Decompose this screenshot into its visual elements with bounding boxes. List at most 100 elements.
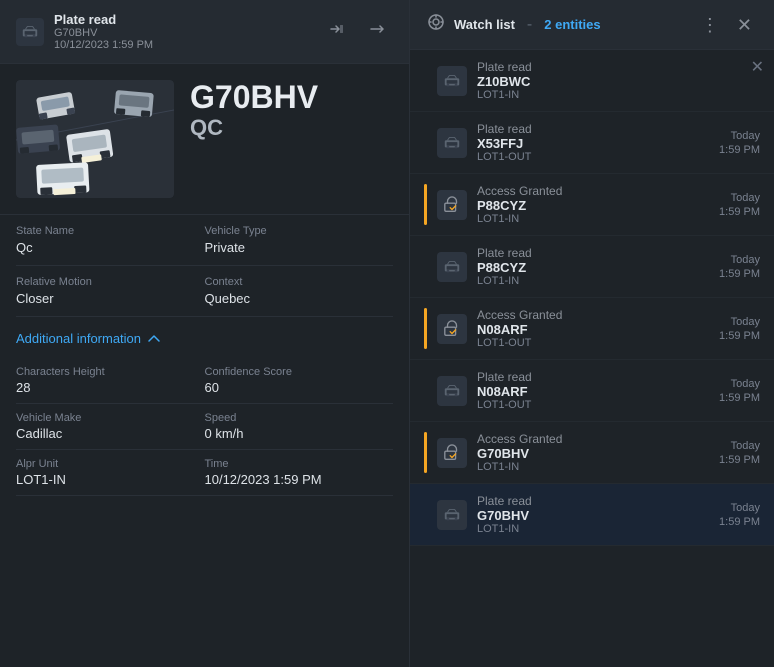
char-height-value: 28 bbox=[16, 380, 189, 395]
event-type-label: Plate read bbox=[477, 122, 719, 136]
watchlist-icon bbox=[426, 12, 446, 37]
event-type-label: Plate read bbox=[477, 494, 719, 508]
event-content: Plate read N08ARF LOT1-OUT bbox=[477, 370, 719, 411]
event-content: Plate read G70BHV LOT1-IN bbox=[477, 494, 719, 535]
event-date: Today bbox=[731, 254, 760, 266]
plate-read-icon bbox=[437, 500, 467, 530]
event-content: Access Granted P88CYZ LOT1-IN bbox=[477, 184, 719, 225]
event-plate-label: X53FFJ bbox=[477, 136, 719, 151]
speed-label: Speed bbox=[205, 412, 394, 424]
char-height-label: Characters Height bbox=[16, 366, 189, 378]
event-type-label: Access Granted bbox=[477, 308, 719, 322]
event-time-block: Today 1:59 PM bbox=[719, 246, 760, 287]
detail-context: Context Quebec bbox=[205, 266, 394, 317]
event-plate-label: G70BHV bbox=[477, 508, 719, 523]
plate-read-icon bbox=[437, 252, 467, 282]
detail-state-name: State Name Qc bbox=[16, 215, 205, 266]
event-datetime-sub: 10/12/2023 1:59 PM bbox=[54, 39, 311, 51]
event-location-label: LOT1-OUT bbox=[477, 399, 719, 411]
relative-motion-value: Closer bbox=[16, 291, 189, 306]
vehicle-type-value: Private bbox=[205, 240, 394, 255]
plate-region-display: QC bbox=[190, 115, 393, 141]
access-granted-icon bbox=[437, 190, 467, 220]
event-accent-bar bbox=[424, 432, 427, 473]
event-location-label: LOT1-IN bbox=[477, 275, 719, 287]
event-date: Today bbox=[731, 316, 760, 328]
access-granted-icon bbox=[437, 314, 467, 344]
add-alpr-unit: Alpr Unit LOT1-IN bbox=[16, 450, 205, 496]
plate-read-icon bbox=[437, 66, 467, 96]
event-content: Plate read P88CYZ LOT1-IN bbox=[477, 246, 719, 287]
event-type-label: Plate read bbox=[477, 60, 760, 74]
watchlist-count: 2 entities bbox=[544, 17, 600, 32]
add-vehicle-make: Vehicle Make Cadillac bbox=[16, 404, 205, 450]
vehicle-type-label: Vehicle Type bbox=[205, 225, 394, 237]
event-type-label: Access Granted bbox=[477, 184, 719, 198]
plate-read-icon bbox=[437, 376, 467, 406]
event-accent-bar bbox=[424, 60, 427, 101]
list-item[interactable]: Plate read Z10BWC LOT1-IN ✕ bbox=[410, 50, 774, 112]
event-time-block: Today 1:59 PM bbox=[719, 432, 760, 473]
event-time-block: Today 1:59 PM bbox=[719, 184, 760, 225]
add-speed: Speed 0 km/h bbox=[205, 404, 394, 450]
event-date: Today bbox=[731, 502, 760, 514]
plate-number-display: G70BHV bbox=[190, 80, 393, 115]
chevron-up-icon bbox=[147, 332, 161, 346]
left-header: Plate read G70BHV 10/12/2023 1:59 PM bbox=[0, 0, 409, 64]
event-accent-bar bbox=[424, 122, 427, 163]
event-plate-label: N08ARF bbox=[477, 384, 719, 399]
event-accent-bar bbox=[424, 184, 427, 225]
right-panel: Watch list - 2 entities ⋮ ✕ Plate read Z… bbox=[410, 0, 774, 667]
add-confidence: Confidence Score 60 bbox=[205, 358, 394, 404]
event-time-block: Today 1:59 PM bbox=[719, 370, 760, 411]
event-close-button[interactable]: ✕ bbox=[751, 60, 764, 76]
confidence-label: Confidence Score bbox=[205, 366, 394, 378]
list-item[interactable]: Plate read X53FFJ LOT1-OUT Today 1:59 PM bbox=[410, 112, 774, 174]
watchlist-actions: ⋮ ✕ bbox=[695, 14, 758, 36]
event-location-label: LOT1-IN bbox=[477, 461, 719, 473]
detail-vehicle-type: Vehicle Type Private bbox=[205, 215, 394, 266]
event-content: Plate read Z10BWC LOT1-IN bbox=[477, 60, 760, 101]
event-list: Plate read Z10BWC LOT1-IN ✕ Plate read X… bbox=[410, 50, 774, 667]
event-plate-label: P88CYZ bbox=[477, 198, 719, 213]
camera-section: G70BHV QC bbox=[0, 64, 409, 214]
event-type-label: Access Granted bbox=[477, 432, 719, 446]
list-item[interactable]: Plate read G70BHV LOT1-IN Today 1:59 PM bbox=[410, 484, 774, 546]
event-accent-bar bbox=[424, 246, 427, 287]
forward-button[interactable] bbox=[321, 17, 353, 46]
confidence-value: 60 bbox=[205, 380, 394, 395]
event-content: Plate read X53FFJ LOT1-OUT bbox=[477, 122, 719, 163]
plate-read-icon bbox=[16, 18, 44, 46]
event-date: Today bbox=[731, 378, 760, 390]
event-type-label: Plate read bbox=[477, 246, 719, 260]
alpr-unit-label: Alpr Unit bbox=[16, 458, 189, 470]
event-time: 1:59 PM bbox=[719, 392, 760, 404]
event-plate-label: N08ARF bbox=[477, 322, 719, 337]
state-name-label: State Name bbox=[16, 225, 189, 237]
time-label: Time bbox=[205, 458, 394, 470]
event-time-block: Today 1:59 PM bbox=[719, 494, 760, 535]
speed-value: 0 km/h bbox=[205, 426, 394, 441]
add-time: Time 10/12/2023 1:59 PM bbox=[205, 450, 394, 496]
close-watchlist-button[interactable]: ✕ bbox=[731, 14, 758, 36]
detail-relative-motion: Relative Motion Closer bbox=[16, 266, 205, 317]
additional-fields-grid: Characters Height 28 Confidence Score 60… bbox=[16, 358, 393, 496]
navigate-button[interactable] bbox=[361, 17, 393, 46]
event-accent-bar bbox=[424, 370, 427, 411]
event-location-label: LOT1-OUT bbox=[477, 337, 719, 349]
event-time: 1:59 PM bbox=[719, 144, 760, 156]
event-plate-label: P88CYZ bbox=[477, 260, 719, 275]
list-item[interactable]: Access Granted P88CYZ LOT1-IN Today 1:59… bbox=[410, 174, 774, 236]
list-item[interactable]: Plate read N08ARF LOT1-OUT Today 1:59 PM bbox=[410, 360, 774, 422]
time-value: 10/12/2023 1:59 PM bbox=[205, 472, 394, 487]
additional-toggle-button[interactable]: Additional information bbox=[16, 331, 161, 346]
list-item[interactable]: Access Granted N08ARF LOT1-OUT Today 1:5… bbox=[410, 298, 774, 360]
event-date: Today bbox=[731, 192, 760, 204]
list-item[interactable]: Plate read P88CYZ LOT1-IN Today 1:59 PM bbox=[410, 236, 774, 298]
add-char-height: Characters Height 28 bbox=[16, 358, 205, 404]
event-plate-label: Z10BWC bbox=[477, 74, 760, 89]
more-options-button[interactable]: ⋮ bbox=[695, 14, 725, 36]
event-time-block: Today 1:59 PM bbox=[719, 122, 760, 163]
event-time: 1:59 PM bbox=[719, 516, 760, 528]
list-item[interactable]: Access Granted G70BHV LOT1-IN Today 1:59… bbox=[410, 422, 774, 484]
